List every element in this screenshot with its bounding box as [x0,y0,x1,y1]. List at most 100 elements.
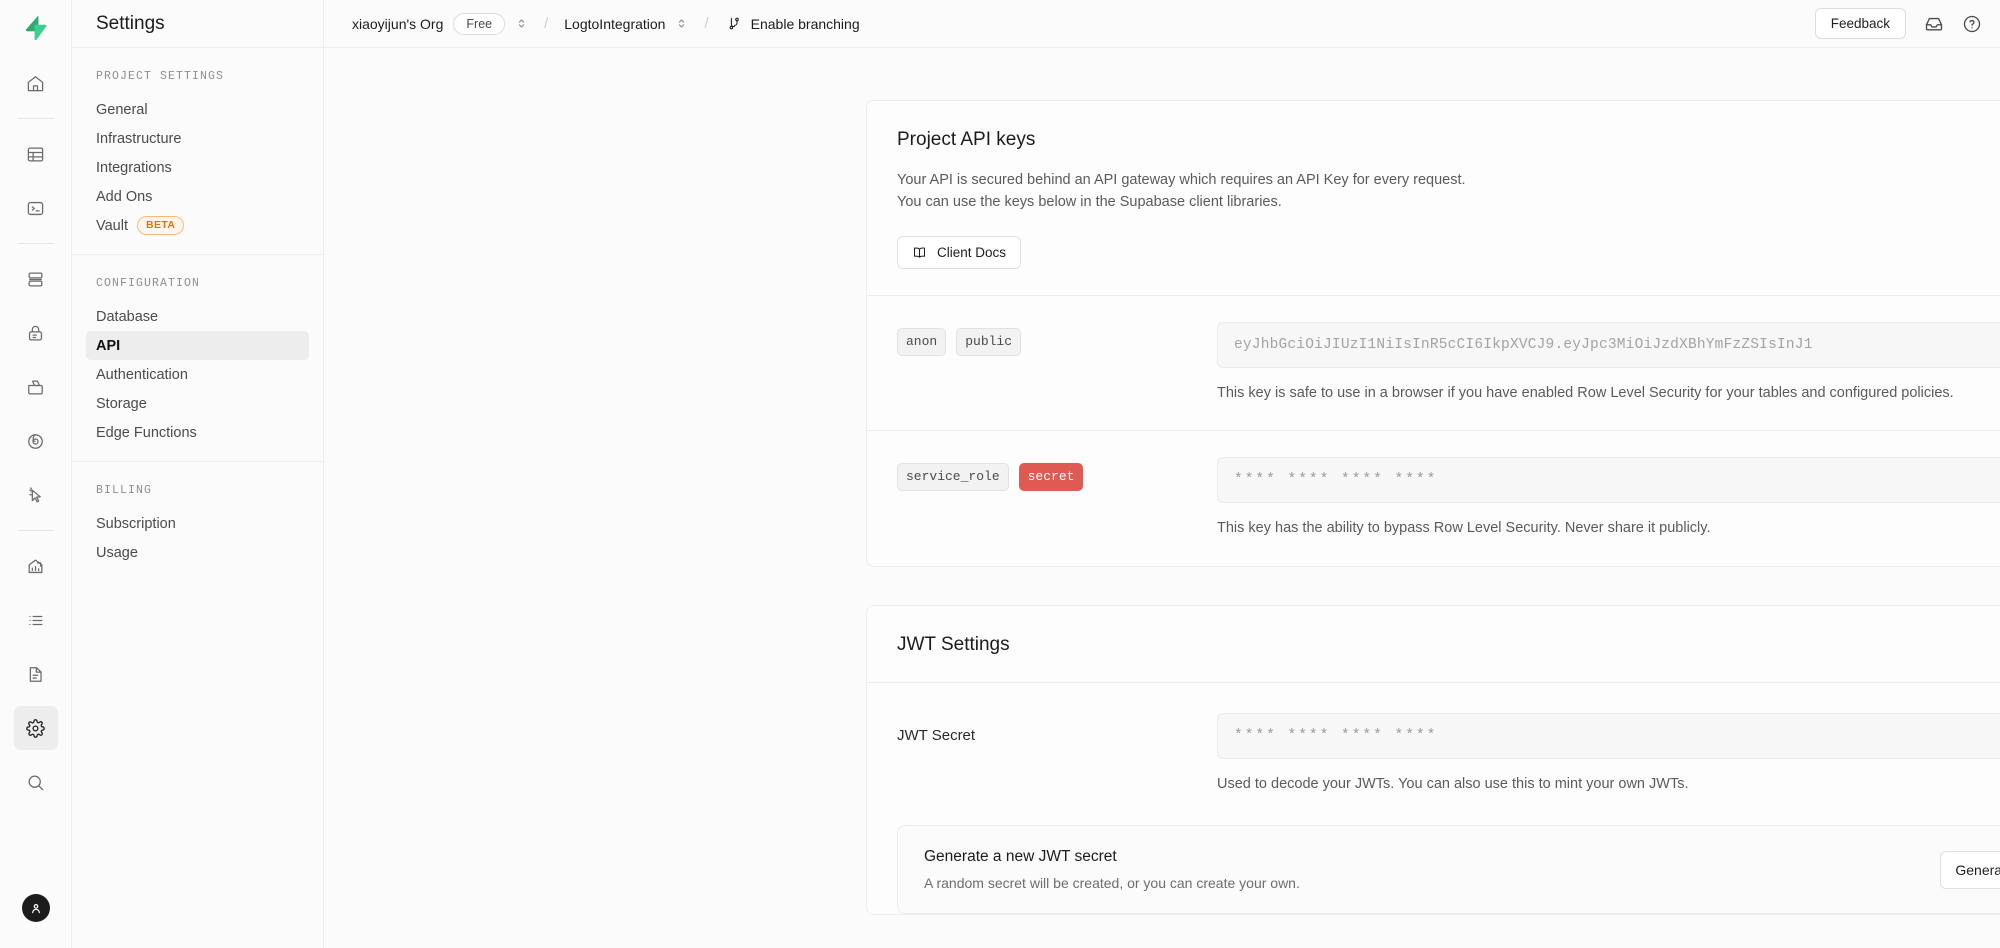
client-docs-button[interactable]: Client Docs [897,236,1021,269]
sidebar-item-general[interactable]: General [86,95,309,124]
table-editor-icon[interactable] [14,132,58,176]
top-bar-actions: Feedback [1815,8,1982,39]
generate-new-secret-button[interactable]: Generate a new secret [1940,851,2000,889]
org-switcher-chevron-icon[interactable] [515,17,528,30]
jwt-secret-value-area: **** **** **** **** Reveal Used to decod… [1217,713,2000,795]
api-keys-card-header: Project API keys Your API is secured beh… [867,101,2000,295]
project-api-keys-card: Project API keys Your API is secured beh… [866,100,2000,567]
sql-editor-icon[interactable] [14,186,58,230]
key-tag-secret: secret [1019,463,1084,491]
api-keys-description-line-1: Your API is secured behind an API gatewa… [897,169,2000,191]
generate-jwt-secret-description: A random secret will be created, or you … [924,875,1300,891]
sidebar-item-vault[interactable]: Vault BETA [86,211,309,240]
nav-group-project-settings: PROJECT SETTINGS General Infrastructure … [72,48,323,254]
sidebar-item-label: Subscription [96,516,176,532]
api-key-row-service-role: service_role secret **** **** **** **** … [867,430,2000,565]
rail-icon-list [0,56,72,809]
realtime-icon[interactable] [14,473,58,517]
sidebar-item-integrations[interactable]: Integrations [86,153,309,182]
sidebar-header: Settings [72,0,323,48]
generate-jwt-secret-text: Generate a new JWT secret A random secre… [924,848,1300,891]
feedback-button[interactable]: Feedback [1815,8,1906,39]
generate-jwt-secret-title: Generate a new JWT secret [924,848,1300,866]
nav-group-billing: BILLING Subscription Usage [72,461,323,581]
sidebar-item-label: Add Ons [96,189,152,205]
jwt-secret-field[interactable]: **** **** **** **** Reveal [1217,713,2000,759]
service-role-key-field[interactable]: **** **** **** **** Reveal [1217,457,2000,503]
breadcrumb-project[interactable]: LogtoIntegration [564,16,665,32]
api-keys-description: Your API is secured behind an API gatewa… [897,169,2000,214]
sidebar-item-storage[interactable]: Storage [86,389,309,418]
sidebar-item-label: Infrastructure [96,131,181,147]
breadcrumb-separator: / [544,15,548,32]
rail-divider [18,118,54,119]
key-tag-anon: anon [897,328,946,356]
settings-icon[interactable] [14,706,58,750]
sidebar-item-label: Integrations [96,160,172,176]
logs-icon[interactable] [14,598,58,642]
rail-divider [18,243,54,244]
home-icon[interactable] [14,61,58,105]
status-badge: BETA [137,216,184,235]
jwt-settings-card: JWT Settings JWT Secret **** **** **** *… [866,605,2000,915]
help-circle-icon[interactable] [1962,14,1982,34]
inbox-icon[interactable] [1924,14,1944,34]
sidebar-item-edge-functions[interactable]: Edge Functions [86,418,309,447]
breadcrumb-separator: / [704,15,708,32]
sidebar-item-label: Vault [96,218,128,234]
project-switcher-chevron-icon[interactable] [675,17,688,30]
sidebar-item-infrastructure[interactable]: Infrastructure [86,124,309,153]
enable-branching-label: Enable branching [751,16,860,32]
key-tag-service-role: service_role [897,463,1009,491]
anon-key-field[interactable]: eyJhbGciOiJIUzI1NiIsInR5cCI6IkpXVCJ9.eyJ… [1217,322,2000,368]
plan-badge[interactable]: Free [453,13,505,35]
sidebar-item-database[interactable]: Database [86,302,309,331]
jwt-secret-row: JWT Secret **** **** **** **** Reveal Us… [867,682,2000,819]
sidebar-item-authentication[interactable]: Authentication [86,360,309,389]
edge-functions-icon[interactable] [14,419,58,463]
jwt-settings-title: JWT Settings [897,634,2000,656]
enable-branching-button[interactable]: Enable branching [727,16,860,32]
sidebar-item-label: API [96,338,120,354]
sidebar-item-label: Database [96,309,158,325]
key-tag-public: public [956,328,1021,356]
nav-group-configuration: CONFIGURATION Database API Authenticatio… [72,254,323,461]
api-key-tags: anon public [897,322,1197,404]
supabase-logo[interactable] [0,0,72,56]
breadcrumb-org[interactable]: xiaoyijun's Org [352,16,443,32]
generate-new-secret-label: Generate a new secret [1955,862,2000,878]
rail-divider [18,530,54,531]
sidebar-item-label: Storage [96,396,147,412]
authentication-icon[interactable] [14,311,58,355]
api-key-value-area: **** **** **** **** Reveal This key has … [1217,457,2000,539]
api-key-tags: service_role secret [897,457,1197,539]
jwt-card-header: JWT Settings [867,606,2000,682]
database-icon[interactable] [14,257,58,301]
sidebar-item-subscription[interactable]: Subscription [86,509,309,538]
search-icon[interactable] [14,760,58,804]
api-docs-icon[interactable] [14,652,58,696]
sidebar-item-api[interactable]: API [86,331,309,360]
jwt-secret-value: **** **** **** **** [1218,728,2000,744]
icon-rail [0,0,72,948]
api-keys-description-line-2: You can use the keys below in the Supaba… [897,191,2000,213]
content-inner: Project API keys Your API is secured beh… [324,48,2000,915]
anon-key-note: This key is safe to use in a browser if … [1217,382,2000,404]
top-bar: xiaoyijun's Org Free / LogtoIntegration … [324,0,2000,48]
generate-jwt-secret-panel: Generate a new JWT secret A random secre… [897,825,2000,914]
nav-group-label: CONFIGURATION [86,277,309,302]
reports-icon[interactable] [14,544,58,588]
sidebar-item-label: General [96,102,148,118]
branch-icon [727,16,742,31]
jwt-secret-note: Used to decode your JWTs. You can also u… [1217,773,2000,795]
client-docs-label: Client Docs [937,245,1006,260]
sidebar-item-add-ons[interactable]: Add Ons [86,182,309,211]
jwt-secret-label-wrap: JWT Secret [897,713,1197,795]
settings-sidebar: Settings PROJECT SETTINGS General Infras… [72,0,324,948]
user-avatar[interactable] [22,894,50,922]
nav-group-label: BILLING [86,484,309,509]
api-key-value-area: eyJhbGciOiJIUzI1NiIsInR5cCI6IkpXVCJ9.eyJ… [1217,322,2000,404]
storage-icon[interactable] [14,365,58,409]
breadcrumb: xiaoyijun's Org Free / LogtoIntegration … [352,13,860,35]
sidebar-item-usage[interactable]: Usage [86,538,309,567]
